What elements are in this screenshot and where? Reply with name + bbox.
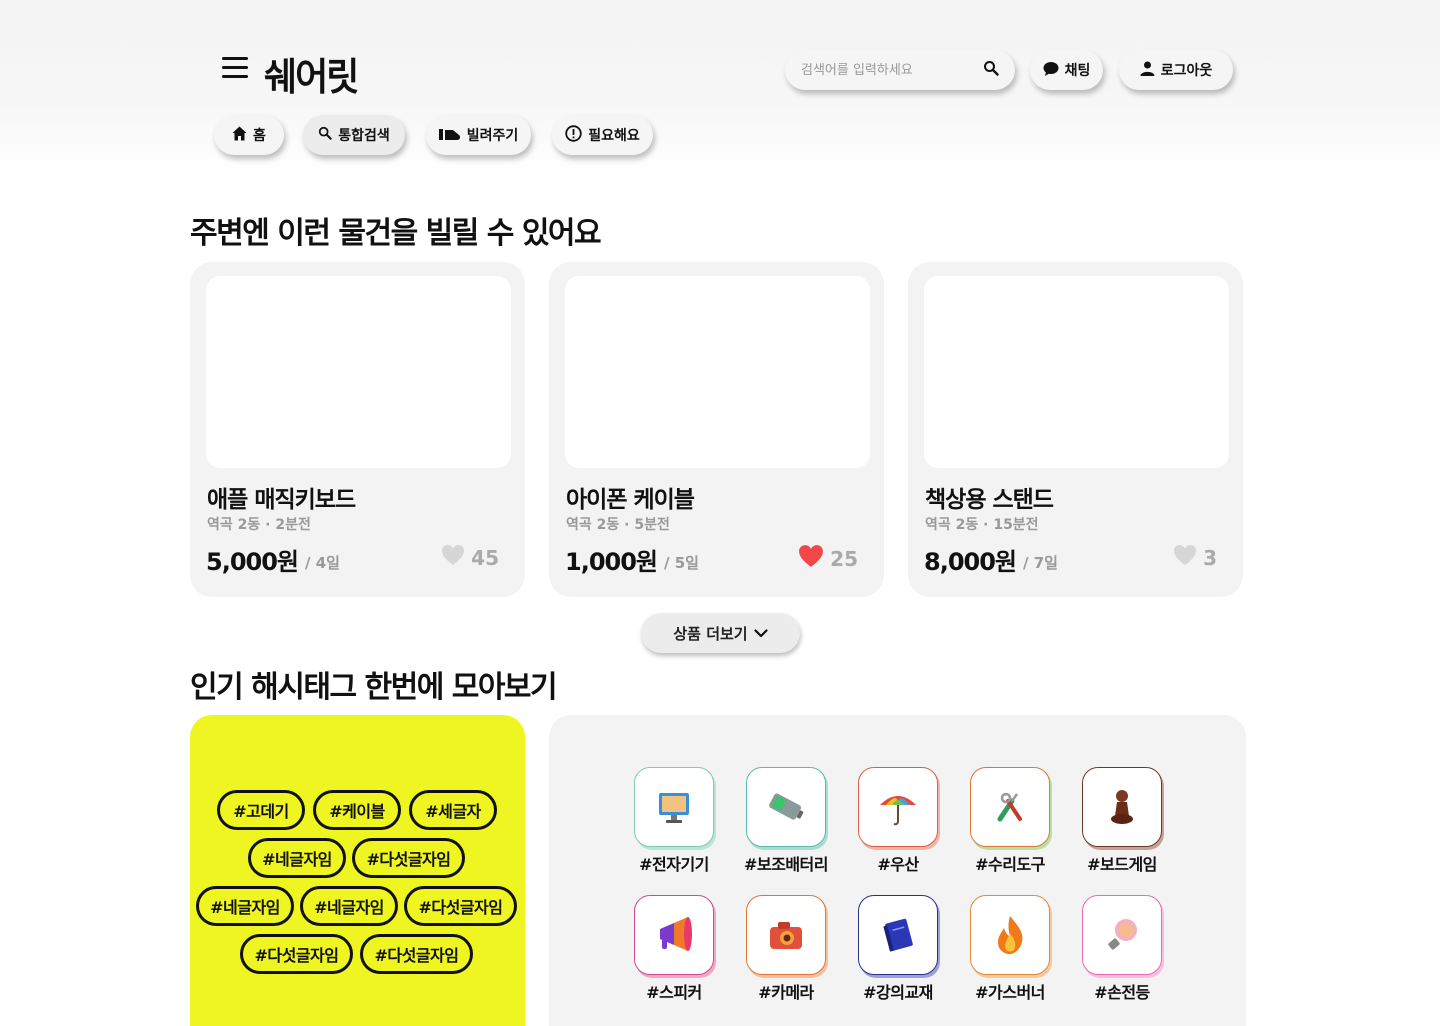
category-label: #손전등 (1094, 983, 1150, 1002)
product-card[interactable]: 책상용 스탠드 역곡 2동 · 15분전 8,000원 / 7일 3 (908, 262, 1243, 597)
like-count: 3 (1203, 545, 1217, 570)
search-bar[interactable] (785, 50, 1015, 90)
category-label: #보드게임 (1087, 855, 1157, 874)
category-label: #전자기기 (639, 855, 709, 874)
hashtag-chip[interactable]: #다섯글자임 (404, 886, 517, 926)
nav-home[interactable]: 홈 (214, 115, 284, 155)
product-image[interactable] (206, 276, 511, 468)
header-background (0, 0, 1440, 175)
category-label: #가스버너 (975, 983, 1045, 1002)
hashtag-chip[interactable]: #케이블 (313, 790, 401, 830)
category-umbrella[interactable]: #우산 (850, 767, 946, 875)
product-price: 5,000원 (206, 548, 299, 576)
nav-label: 홈 (253, 128, 266, 144)
nav-label: 통합검색 (338, 128, 390, 144)
alert-circle-icon (565, 124, 582, 146)
tools-icon (970, 767, 1050, 847)
product-meta: 역곡 2동 · 5분전 (566, 517, 670, 533)
nav-integrated-search[interactable]: 통합검색 (303, 115, 405, 155)
lend-icon (438, 127, 461, 144)
heart-outline-icon (441, 544, 465, 571)
hashtag-chip[interactable]: #네글자임 (196, 886, 294, 926)
heart-outline-icon (1173, 544, 1197, 571)
nav-label: 필요해요 (588, 128, 640, 144)
category-battery[interactable]: #보조배터리 (738, 767, 834, 875)
category-boardgame[interactable]: #보드게임 (1074, 767, 1170, 875)
category-label: #스피커 (646, 983, 702, 1002)
nav-needed[interactable]: 필요해요 (552, 115, 653, 155)
hashtag-panel: #고데기 #케이블 #세글자 #네글자임 #다섯글자임 #네글자임 #네글자임 … (190, 715, 525, 1026)
product-card[interactable]: 애플 매직키보드 역곡 2동 · 2분전 5,000원 / 4일 45 (190, 262, 525, 597)
camera-icon (746, 895, 826, 975)
category-label: #카메라 (758, 983, 814, 1002)
search-icon[interactable] (983, 60, 999, 80)
monitor-icon (634, 767, 714, 847)
category-electronics[interactable]: #전자기기 (626, 767, 722, 875)
chat-bubble-icon (1043, 61, 1059, 80)
megaphone-icon (634, 895, 714, 975)
category-speaker[interactable]: #스피커 (626, 895, 722, 1003)
search-icon (318, 126, 332, 144)
product-price: 1,000원 (565, 548, 658, 576)
more-label: 상품 더보기 (673, 624, 748, 643)
category-camera[interactable]: #카메라 (738, 895, 834, 1003)
product-period: / 4일 (305, 554, 340, 572)
category-label: #강의교재 (863, 983, 933, 1002)
like-button[interactable]: 3 (1173, 544, 1217, 571)
hashtag-chip[interactable]: #네글자임 (300, 886, 398, 926)
bulb-icon (1082, 895, 1162, 975)
category-textbook[interactable]: #강의교재 (850, 895, 946, 1003)
section-title-hashtags: 인기 해시태그 한번에 모아보기 (190, 670, 558, 705)
category-label: #우산 (877, 855, 919, 874)
category-flashlight[interactable]: #손전등 (1074, 895, 1170, 1003)
chat-button[interactable]: 채팅 (1030, 50, 1103, 90)
hashtag-chip[interactable]: #다섯글자임 (352, 838, 465, 878)
hashtag-chip[interactable]: #다섯글자임 (240, 934, 353, 974)
category-label: #수리도구 (975, 855, 1045, 874)
like-count: 45 (471, 545, 499, 570)
product-period: / 7일 (1023, 554, 1058, 572)
product-image[interactable] (565, 276, 870, 468)
heart-filled-icon (798, 544, 824, 573)
product-meta: 역곡 2동 · 2분전 (207, 517, 311, 533)
hashtag-chip[interactable]: #네글자임 (248, 838, 346, 878)
chevron-down-icon (754, 624, 768, 642)
category-panel: #전자기기 #보조배터리 #우산 #수리도구 #보드게임 #스피커 #카메라 #… (549, 715, 1246, 1026)
book-icon (858, 895, 938, 975)
search-input[interactable] (801, 62, 971, 78)
fire-icon (970, 895, 1050, 975)
nav-lend[interactable]: 빌려주기 (426, 115, 531, 155)
like-button[interactable]: 45 (441, 544, 499, 571)
chess-pawn-icon (1082, 767, 1162, 847)
home-icon (232, 126, 247, 145)
category-tools[interactable]: #수리도구 (962, 767, 1058, 875)
like-button[interactable]: 25 (798, 544, 858, 573)
battery-icon (746, 767, 826, 847)
logout-label: 로그아웃 (1160, 63, 1213, 79)
category-label: #보조배터리 (743, 855, 829, 874)
more-products-button[interactable]: 상품 더보기 (641, 613, 800, 653)
product-period: / 5일 (664, 554, 699, 572)
section-title-nearby: 주변엔 이런 물건을 빌릴 수 있어요 (190, 216, 602, 251)
product-title: 아이폰 케이블 (566, 487, 695, 513)
hamburger-menu-icon[interactable] (222, 57, 248, 81)
chat-label: 채팅 (1064, 63, 1091, 79)
hashtag-chip[interactable]: #세글자 (409, 790, 497, 830)
logo[interactable]: 쉐어릿 (264, 47, 359, 102)
user-icon (1140, 61, 1155, 80)
category-gas-burner[interactable]: #가스버너 (962, 895, 1058, 1003)
hashtag-chip[interactable]: #고데기 (217, 790, 305, 830)
like-count: 25 (830, 546, 858, 571)
hashtag-chip[interactable]: #다섯글자임 (360, 934, 473, 974)
product-title: 애플 매직키보드 (207, 487, 356, 513)
logout-button[interactable]: 로그아웃 (1119, 50, 1233, 90)
nav-label: 빌려주기 (466, 128, 519, 144)
product-meta: 역곡 2동 · 15분전 (925, 517, 1039, 533)
product-image[interactable] (924, 276, 1229, 468)
product-title: 책상용 스탠드 (925, 487, 1054, 513)
umbrella-icon (858, 767, 938, 847)
product-price: 8,000원 (924, 548, 1017, 576)
product-card[interactable]: 아이폰 케이블 역곡 2동 · 5분전 1,000원 / 5일 25 (549, 262, 884, 597)
